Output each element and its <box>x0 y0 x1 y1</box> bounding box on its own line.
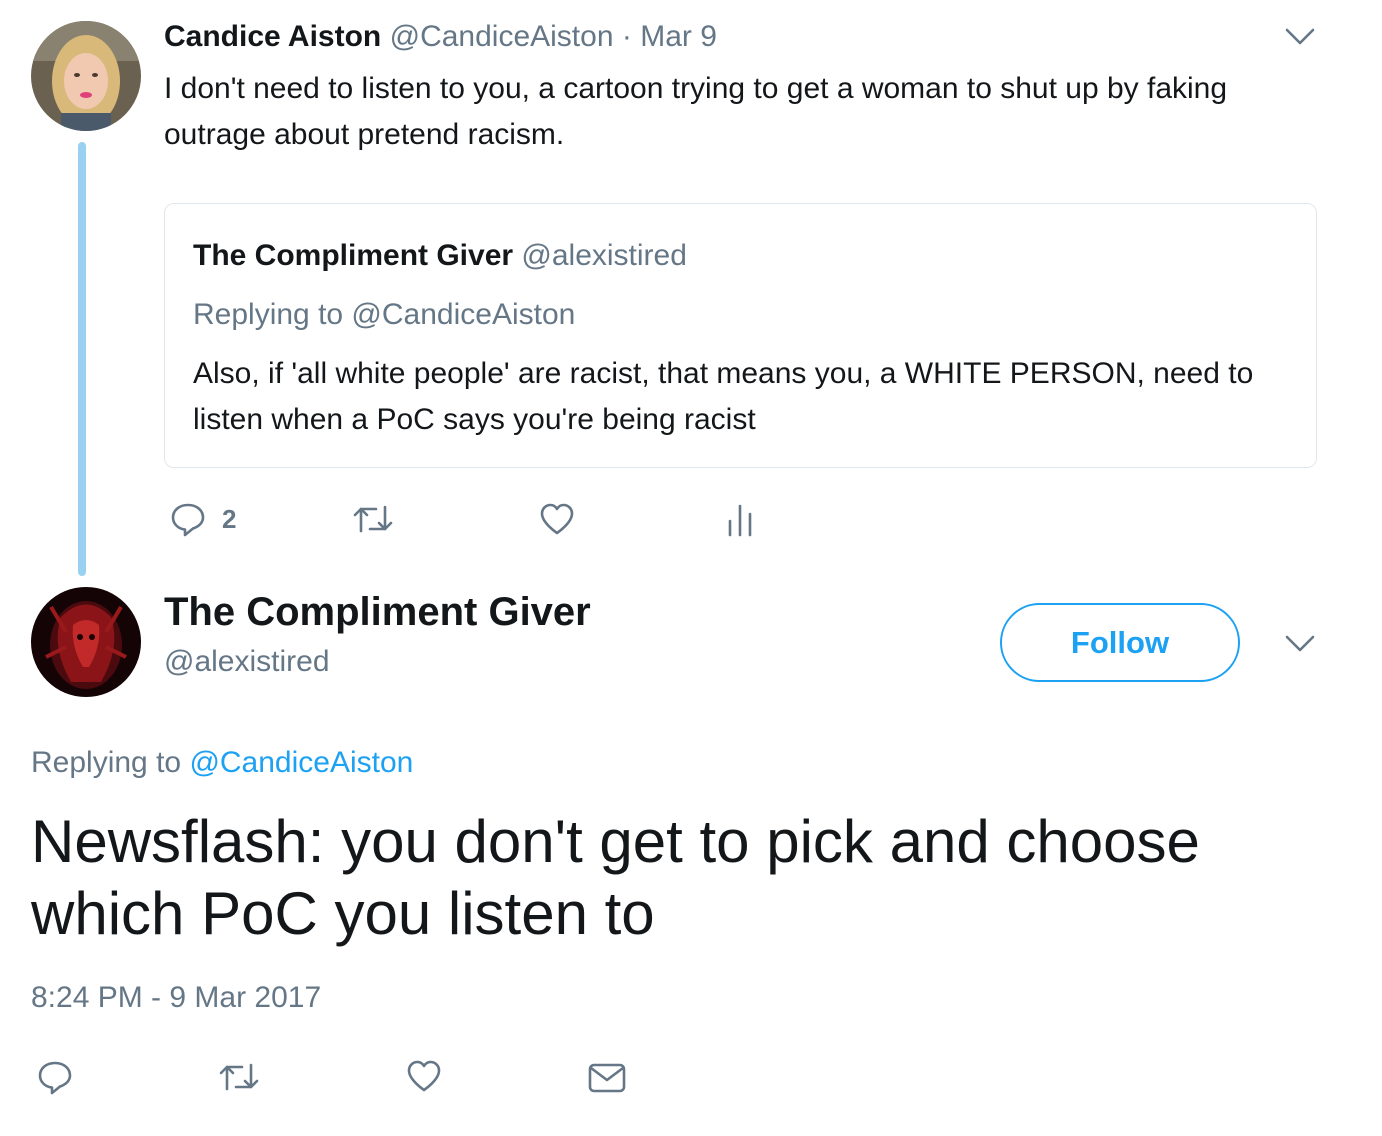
main-tweet-timestamp[interactable]: 8:24 PM - 9 Mar 2017 <box>31 981 321 1015</box>
thread-connector-line <box>78 142 86 576</box>
main-replying-to: Replying to @CandiceAiston <box>31 746 413 780</box>
main-author-name[interactable]: The Compliment Giver <box>164 590 591 635</box>
main-like-button[interactable] <box>406 1060 442 1092</box>
follow-button[interactable]: Follow <box>1000 603 1240 682</box>
quoted-author-name: The Compliment Giver <box>193 239 514 272</box>
reply-icon <box>171 503 205 537</box>
main-tweet-text: Newsflash: you don't get to pick and cho… <box>31 808 1200 947</box>
main-direct-message-button[interactable] <box>588 1062 626 1094</box>
compliment-giver-avatar[interactable] <box>31 587 141 697</box>
main-tweet-menu-chevron-down-icon[interactable] <box>1284 634 1316 654</box>
parent-reply-button[interactable]: 2 <box>170 501 236 537</box>
like-icon <box>540 503 574 535</box>
replying-to-mention-link[interactable]: @CandiceAiston <box>189 746 413 779</box>
quoted-replying-to: Replying to @CandiceAiston <box>193 298 576 331</box>
quoted-tweet-card[interactable]: The Compliment Giver @alexistired Replyi… <box>164 203 1317 468</box>
header-separator: · <box>621 20 632 53</box>
reply-count: 2 <box>222 503 237 534</box>
retweet-icon <box>219 1063 259 1091</box>
main-reply-button[interactable] <box>37 1059 73 1095</box>
quoted-tweet-text: Also, if 'all white people' are racist, … <box>193 357 1254 436</box>
parent-retweet-button[interactable] <box>352 503 394 535</box>
parent-tweet-text: I don't need to listen to you, a cartoon… <box>164 72 1228 151</box>
parent-tweet-date[interactable]: Mar 9 <box>640 20 717 53</box>
like-icon <box>407 1060 441 1092</box>
parent-tweet-header: Candice Aiston @CandiceAiston · Mar 9 <box>164 20 717 54</box>
direct-message-icon <box>588 1063 626 1093</box>
parent-author-handle[interactable]: @CandiceAiston <box>390 20 614 53</box>
quoted-author-handle: @alexistired <box>521 239 687 272</box>
quoted-tweet-header: The Compliment Giver @alexistired <box>193 239 687 273</box>
parent-analytics-button[interactable] <box>727 503 753 537</box>
reply-icon <box>38 1061 72 1095</box>
candice-avatar[interactable] <box>31 21 141 131</box>
main-retweet-button[interactable] <box>218 1061 260 1093</box>
main-author-handle[interactable]: @alexistired <box>164 645 330 679</box>
replying-to-prefix: Replying to <box>31 746 182 779</box>
parent-author-name[interactable]: Candice Aiston <box>164 20 381 53</box>
parent-like-button[interactable] <box>539 503 575 535</box>
retweet-icon <box>353 505 393 533</box>
analytics-icon <box>728 504 752 537</box>
parent-tweet-menu-chevron-down-icon[interactable] <box>1284 27 1316 47</box>
